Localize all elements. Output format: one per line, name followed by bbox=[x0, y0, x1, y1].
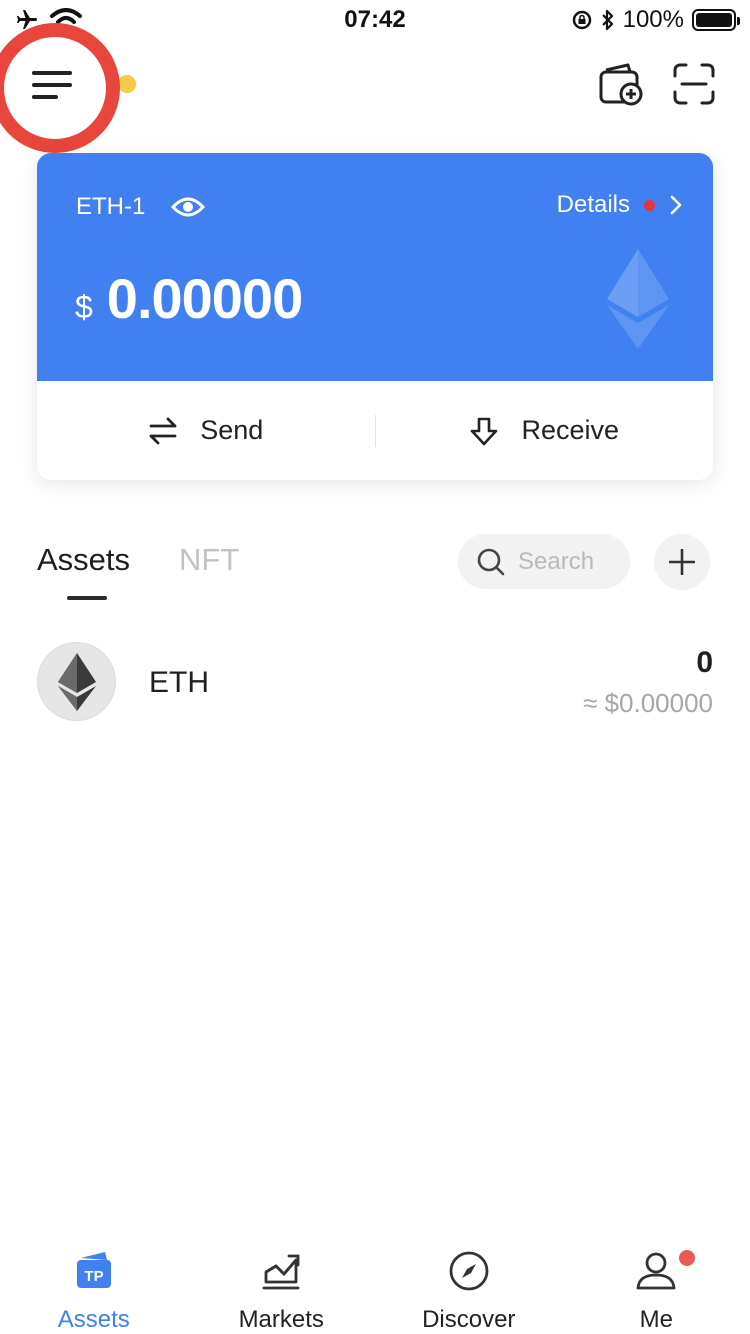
asset-avatar bbox=[37, 642, 116, 721]
wallet-card: ETH-1 Details $ 0.00000 Send Receive bbox=[37, 153, 713, 480]
bottom-nav: TP Assets Markets Discover Me bbox=[0, 1236, 750, 1334]
tab-assets[interactable]: Assets bbox=[37, 542, 130, 578]
search-box[interactable] bbox=[458, 534, 630, 589]
ethereum-watermark-icon bbox=[607, 249, 669, 349]
menu-button[interactable] bbox=[20, 55, 90, 115]
wallet-name: ETH-1 bbox=[76, 193, 146, 220]
plus-icon bbox=[669, 549, 695, 575]
receive-label: Receive bbox=[521, 415, 620, 445]
send-label: Send bbox=[200, 415, 264, 445]
status-right: 100% bbox=[571, 6, 740, 34]
send-button[interactable]: Send bbox=[37, 381, 375, 480]
details-link[interactable]: Details bbox=[557, 191, 683, 219]
tab-nft[interactable]: NFT bbox=[179, 542, 239, 578]
notification-dot bbox=[118, 75, 136, 93]
nav-markets[interactable]: Markets bbox=[188, 1236, 376, 1334]
add-wallet-button[interactable] bbox=[598, 62, 644, 106]
tab-active-indicator bbox=[67, 596, 107, 600]
bluetooth-icon bbox=[601, 9, 613, 31]
battery-fill bbox=[696, 13, 732, 27]
battery-icon bbox=[692, 9, 740, 31]
search-input[interactable] bbox=[518, 547, 628, 576]
svg-text:TP: TP bbox=[84, 1268, 103, 1285]
receive-button[interactable]: Receive bbox=[376, 381, 714, 480]
markets-chart-icon bbox=[262, 1254, 300, 1290]
asset-fiat-value: ≈ $0.00000 bbox=[583, 688, 713, 718]
chevron-right-icon bbox=[670, 195, 682, 215]
scan-icon bbox=[673, 63, 715, 105]
nav-markets-label: Markets bbox=[238, 1306, 324, 1333]
transfer-arrows-icon bbox=[149, 417, 177, 444]
nav-assets-label: Assets bbox=[57, 1306, 130, 1333]
nav-discover[interactable]: Discover bbox=[375, 1236, 563, 1334]
menu-icon bbox=[32, 71, 72, 75]
wallet-balance: $ 0.00000 bbox=[75, 266, 303, 331]
eye-icon[interactable] bbox=[171, 193, 205, 221]
nav-assets[interactable]: TP Assets bbox=[0, 1236, 188, 1334]
scan-button[interactable] bbox=[672, 62, 716, 106]
asset-row-eth[interactable]: ETH 0 ≈ $0.00000 bbox=[37, 642, 713, 724]
status-bar: 07:42 100% bbox=[0, 0, 750, 40]
nav-me[interactable]: Me bbox=[563, 1236, 750, 1334]
details-notification-dot bbox=[644, 199, 655, 211]
add-asset-button[interactable] bbox=[654, 534, 710, 590]
compass-icon bbox=[449, 1251, 489, 1291]
me-notification-dot bbox=[678, 1250, 695, 1266]
battery-percent: 100% bbox=[622, 6, 684, 33]
nav-discover-label: Discover bbox=[422, 1306, 516, 1333]
asset-symbol: ETH bbox=[149, 666, 209, 699]
orientation-lock-icon bbox=[572, 10, 591, 30]
nav-me-label: Me bbox=[639, 1306, 673, 1333]
currency-symbol: $ bbox=[75, 289, 93, 325]
balance-value: 0.00000 bbox=[106, 267, 303, 330]
tp-wallet-icon: TP bbox=[76, 1252, 111, 1288]
details-label: Details bbox=[556, 191, 630, 218]
wallet-actions: Send Receive bbox=[37, 381, 713, 480]
receive-arrow-icon bbox=[471, 417, 498, 445]
asset-amount: 0 bbox=[696, 646, 713, 679]
search-icon bbox=[477, 548, 505, 575]
ethereum-icon bbox=[57, 652, 96, 711]
wallet-card-header: ETH-1 Details $ 0.00000 bbox=[37, 153, 713, 381]
wallet-add-icon bbox=[599, 63, 643, 106]
user-icon bbox=[636, 1252, 676, 1290]
